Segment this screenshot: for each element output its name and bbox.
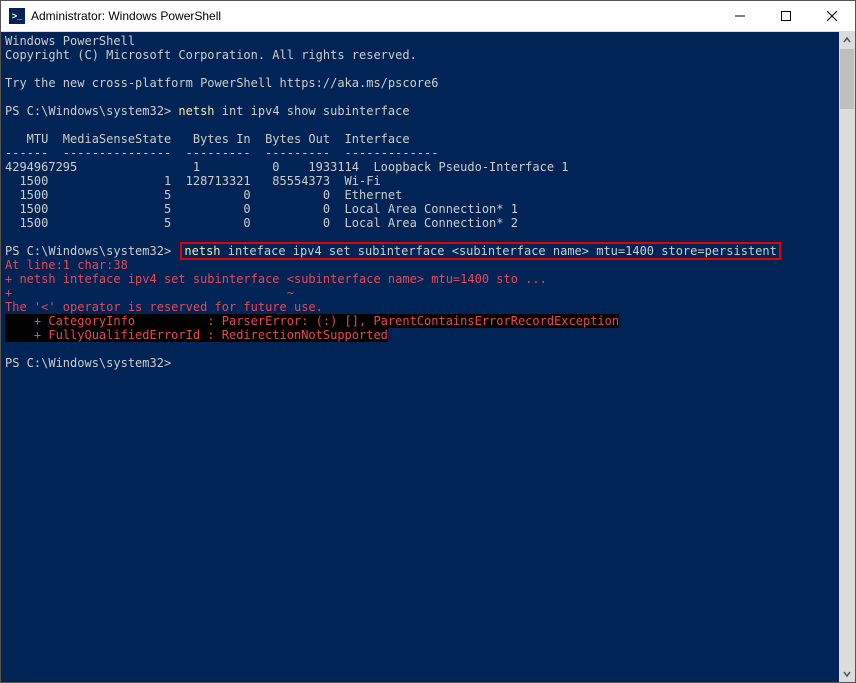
- cmd2-args-c: mtu=1400 store=persistent: [589, 244, 777, 258]
- table-header: MTU MediaSenseState Bytes In Bytes Out I…: [5, 132, 410, 146]
- cmd2-args-b: <subinterface name>: [452, 244, 589, 258]
- cmd1-exe: netsh: [178, 104, 214, 118]
- minimize-button[interactable]: [717, 1, 763, 31]
- table-divider: ------ --------------- --------- -------…: [5, 146, 438, 160]
- intro-line-3: Try the new cross-platform PowerShell ht…: [5, 76, 438, 90]
- error-line-1: At line:1 char:38: [5, 258, 128, 272]
- table-row: 4294967295 1 0 1933114 Loopback Pseudo-I…: [5, 160, 569, 174]
- highlighted-command: netsh inteface ipv4 set subinterface <su…: [180, 242, 780, 260]
- maximize-icon: [781, 11, 791, 21]
- error-line-4: The '<' operator is reserved for future …: [5, 300, 323, 314]
- maximize-button[interactable]: [763, 1, 809, 31]
- chevron-up-icon: [843, 36, 851, 44]
- minimize-icon: [735, 11, 745, 21]
- prompt-2: PS C:\Windows\system32>: [5, 244, 171, 258]
- cmd2-args-a: inteface ipv4 set subinterface: [221, 244, 452, 258]
- titlebar[interactable]: >_ Administrator: Windows PowerShell: [1, 1, 855, 32]
- intro-line-2: Copyright (C) Microsoft Corporation. All…: [5, 48, 417, 62]
- close-icon: [827, 11, 837, 21]
- prompt-1: PS C:\Windows\system32>: [5, 104, 171, 118]
- close-button[interactable]: [809, 1, 855, 31]
- powershell-app-icon: >_: [9, 8, 25, 24]
- terminal-text[interactable]: Windows PowerShell Copyright (C) Microso…: [5, 34, 855, 370]
- intro-line-1: Windows PowerShell: [5, 34, 135, 48]
- cmd2-exe: netsh: [184, 244, 220, 258]
- window-title: Administrator: Windows PowerShell: [31, 9, 221, 23]
- scroll-up-button[interactable]: [839, 32, 855, 48]
- table-row: 1500 5 0 0 Local Area Connection* 2: [5, 216, 518, 230]
- error-line-5: + CategoryInfo : ParserError: (:) [], Pa…: [5, 314, 619, 328]
- cmd1-args: int ipv4 show subinterface: [215, 104, 410, 118]
- error-line-2: + netsh inteface ipv4 set subinterface <…: [5, 272, 547, 286]
- vertical-scrollbar[interactable]: [839, 32, 855, 682]
- table-row: 1500 1 128713321 85554373 Wi-Fi: [5, 174, 381, 188]
- error-line-3: + ~: [5, 286, 294, 300]
- table-row: 1500 5 0 0 Ethernet: [5, 188, 402, 202]
- error-line-6: + FullyQualifiedErrorId : RedirectionNot…: [5, 328, 388, 342]
- scroll-down-button[interactable]: [839, 666, 855, 682]
- prompt-3: PS C:\Windows\system32>: [5, 356, 171, 370]
- table-row: 1500 5 0 0 Local Area Connection* 1: [5, 202, 518, 216]
- terminal-area[interactable]: Windows PowerShell Copyright (C) Microso…: [1, 32, 855, 682]
- powershell-window: >_ Administrator: Windows PowerShell Win…: [0, 0, 856, 683]
- chevron-down-icon: [843, 670, 851, 678]
- scrollbar-thumb[interactable]: [840, 49, 854, 109]
